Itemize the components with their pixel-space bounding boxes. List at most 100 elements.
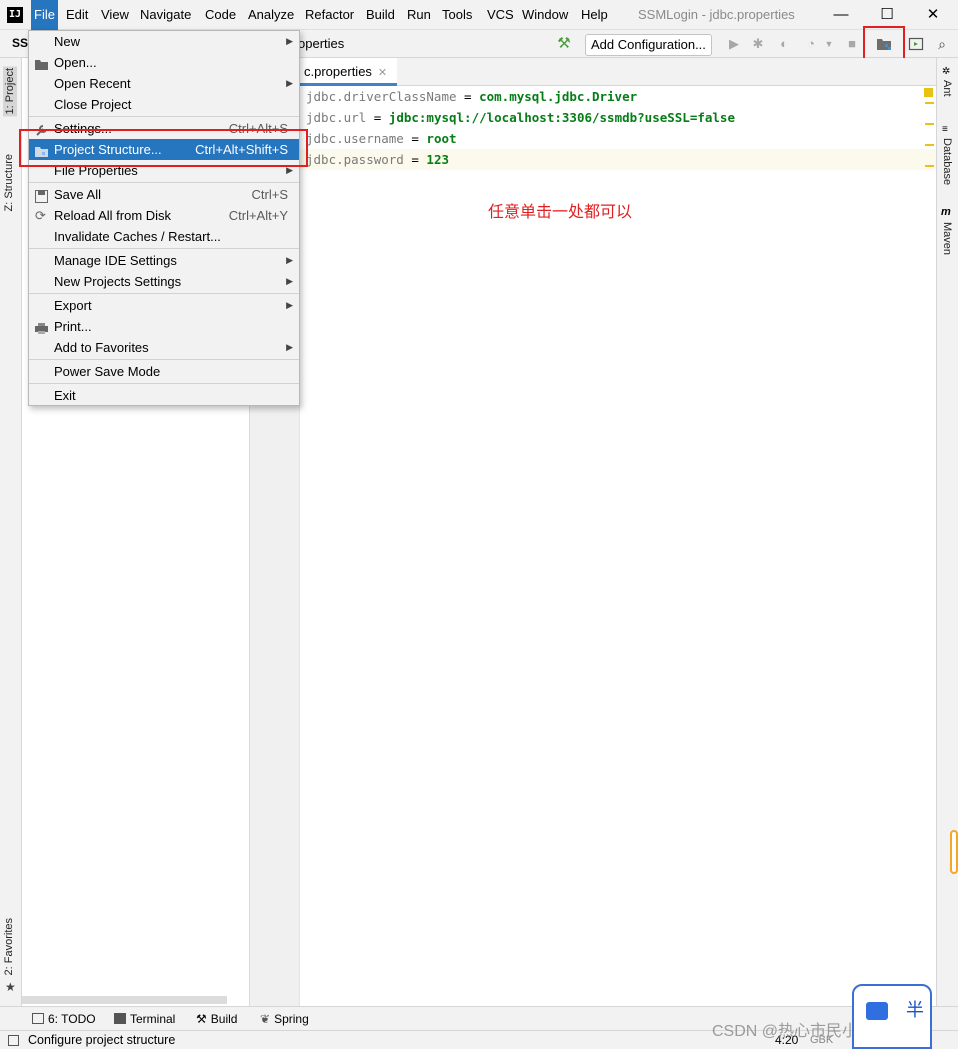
menu-window[interactable]: Window	[519, 0, 571, 30]
menu-build[interactable]: Build	[363, 0, 398, 30]
property-key: jdbc.password	[306, 152, 404, 167]
search-icon[interactable]: ⌕	[934, 36, 950, 52]
stop-icon[interactable]: ■	[844, 36, 860, 52]
code-line: jdbc.driverClassName = com.mysql.jdbc.Dr…	[300, 86, 936, 107]
editor-tab-jdbc-properties[interactable]: c.properties ✕	[300, 58, 398, 86]
menu-item-new-projects-settings[interactable]: New Projects Settings ▶	[29, 271, 299, 292]
menu-code[interactable]: Code	[202, 0, 239, 30]
highlight-box-project-structure	[19, 129, 308, 167]
error-stripe-marker[interactable]	[925, 123, 934, 125]
menu-item-label: Print...	[54, 319, 92, 334]
menu-item-label: Close Project	[54, 97, 132, 112]
menu-item-add-to-favorites[interactable]: Add to Favorites ▶	[29, 337, 299, 358]
close-button[interactable]: ✕	[910, 0, 956, 30]
debug-icon[interactable]: ✱	[750, 36, 766, 52]
menu-item-open[interactable]: Open...	[29, 52, 299, 73]
highlight-box-toolbar	[863, 26, 905, 62]
editor-tab-label: c.properties	[304, 64, 372, 79]
mascot-logo: 半	[852, 984, 932, 1049]
nav-breadcrumb[interactable]: operties	[298, 36, 344, 51]
project-panel-scrollbar[interactable]	[22, 996, 227, 1004]
menu-file[interactable]: File	[31, 0, 58, 30]
menu-item-export[interactable]: Export ▶	[29, 295, 299, 316]
profile-icon[interactable]: ◔	[803, 36, 819, 52]
tab-ant[interactable]: Ant	[941, 80, 953, 97]
ant-icon: ✲	[942, 66, 951, 77]
menu-analyze[interactable]: Analyze	[245, 0, 297, 30]
run-anything-icon[interactable]	[908, 36, 924, 52]
inspection-status-icon[interactable]	[924, 88, 933, 97]
menu-item-invalidate-caches[interactable]: Invalidate Caches / Restart...	[29, 226, 299, 247]
submenu-arrow-icon: ▶	[286, 78, 293, 88]
tab-database[interactable]: Database	[941, 138, 953, 185]
tab-close-icon[interactable]: ✕	[378, 67, 387, 79]
submenu-arrow-icon: ▶	[286, 300, 293, 310]
menu-item-label: Open...	[54, 55, 97, 70]
add-configuration-button[interactable]: Add Configuration...	[585, 34, 712, 56]
save-icon	[35, 188, 48, 203]
build-hammer-icon[interactable]: ⚒	[556, 36, 572, 52]
mascot-label: 半	[906, 1000, 924, 1020]
menu-separator	[29, 116, 299, 117]
profile-dropdown-icon[interactable]: ▼	[821, 36, 837, 52]
menu-tools[interactable]: Tools	[439, 0, 475, 30]
menu-separator	[29, 383, 299, 384]
error-stripe-marker[interactable]	[925, 144, 934, 146]
tool-spring[interactable]: ❦ Spring	[260, 1012, 309, 1026]
menu-view[interactable]: View	[98, 0, 132, 30]
intellij-logo-icon: IJ	[7, 7, 23, 23]
scroll-handle[interactable]	[950, 830, 958, 874]
menu-item-close-project[interactable]: Close Project	[29, 94, 299, 115]
printer-icon	[35, 320, 48, 334]
menu-item-exit[interactable]: Exit	[29, 385, 299, 406]
menu-item-label: Exit	[54, 388, 76, 403]
menu-refactor[interactable]: Refactor	[302, 0, 357, 30]
menu-item-new[interactable]: New ▶	[29, 31, 299, 52]
menu-item-label: New Projects Settings	[54, 274, 182, 289]
menu-edit[interactable]: Edit	[63, 0, 91, 30]
todo-icon	[32, 1013, 44, 1024]
menu-item-label: Manage IDE Settings	[54, 253, 177, 268]
annotation-text: 任意单击一处都可以	[488, 202, 633, 221]
window-title: SSMLogin - jdbc.properties	[638, 7, 795, 22]
minimize-button[interactable]: —	[818, 0, 864, 30]
menu-bar: IJ File Edit View Navigate Code Analyze …	[0, 0, 958, 30]
menu-run[interactable]: Run	[404, 0, 434, 30]
tab-maven[interactable]: Maven	[941, 222, 953, 255]
menu-item-label: Open Recent	[54, 76, 131, 91]
favorites-star-icon: ★	[5, 980, 16, 994]
tab-structure[interactable]: Z: Structure	[3, 154, 15, 211]
error-stripe-marker[interactable]	[925, 165, 934, 167]
tool-todo[interactable]: 6: TODO	[32, 1012, 96, 1026]
menu-item-manage-ide-settings[interactable]: Manage IDE Settings ▶	[29, 250, 299, 271]
code-line-current: jdbc.password = 123	[300, 149, 936, 170]
menu-navigate[interactable]: Navigate	[137, 0, 194, 30]
tool-build[interactable]: ⚒ Build	[196, 1012, 237, 1026]
tool-terminal[interactable]: Terminal	[114, 1012, 175, 1026]
error-stripe-marker[interactable]	[925, 102, 934, 104]
menu-separator	[29, 182, 299, 183]
menu-item-save-all[interactable]: Save All Ctrl+S	[29, 184, 299, 205]
menu-item-reload-all[interactable]: ⟳ Reload All from Disk Ctrl+Alt+Y	[29, 205, 299, 226]
property-separator: =	[403, 152, 427, 167]
file-dropdown-menu: New ▶ Open... Open Recent ▶ Close Project …	[28, 30, 300, 406]
status-message: Configure project structure	[28, 1033, 176, 1047]
code-editor[interactable]: jdbc.driverClassName = com.mysql.jdbc.Dr…	[300, 86, 936, 1006]
menu-item-label: New	[54, 34, 81, 49]
property-value: jdbc:mysql://localhost:3306/ssmdb?useSSL…	[388, 110, 735, 125]
menu-item-label: Reload All from Disk	[54, 208, 172, 223]
status-toggle-icon[interactable]	[8, 1035, 19, 1046]
tab-favorites[interactable]: 2: Favorites	[3, 918, 15, 975]
tab-project[interactable]: 1: Project	[3, 66, 17, 117]
menu-item-open-recent[interactable]: Open Recent ▶	[29, 73, 299, 94]
menu-vcs[interactable]: VCS	[484, 0, 517, 30]
tool-build-label: Build	[210, 1012, 238, 1026]
menu-item-power-save-mode[interactable]: Power Save Mode	[29, 361, 299, 382]
database-icon: ≡	[942, 124, 948, 135]
menu-separator	[29, 248, 299, 249]
run-icon[interactable]: ▶	[726, 36, 742, 52]
coverage-icon[interactable]: ◐	[776, 36, 792, 52]
menu-help[interactable]: Help	[578, 0, 611, 30]
menu-item-print[interactable]: Print...	[29, 316, 299, 337]
menu-item-shortcut: Ctrl+Alt+Y	[228, 208, 288, 223]
